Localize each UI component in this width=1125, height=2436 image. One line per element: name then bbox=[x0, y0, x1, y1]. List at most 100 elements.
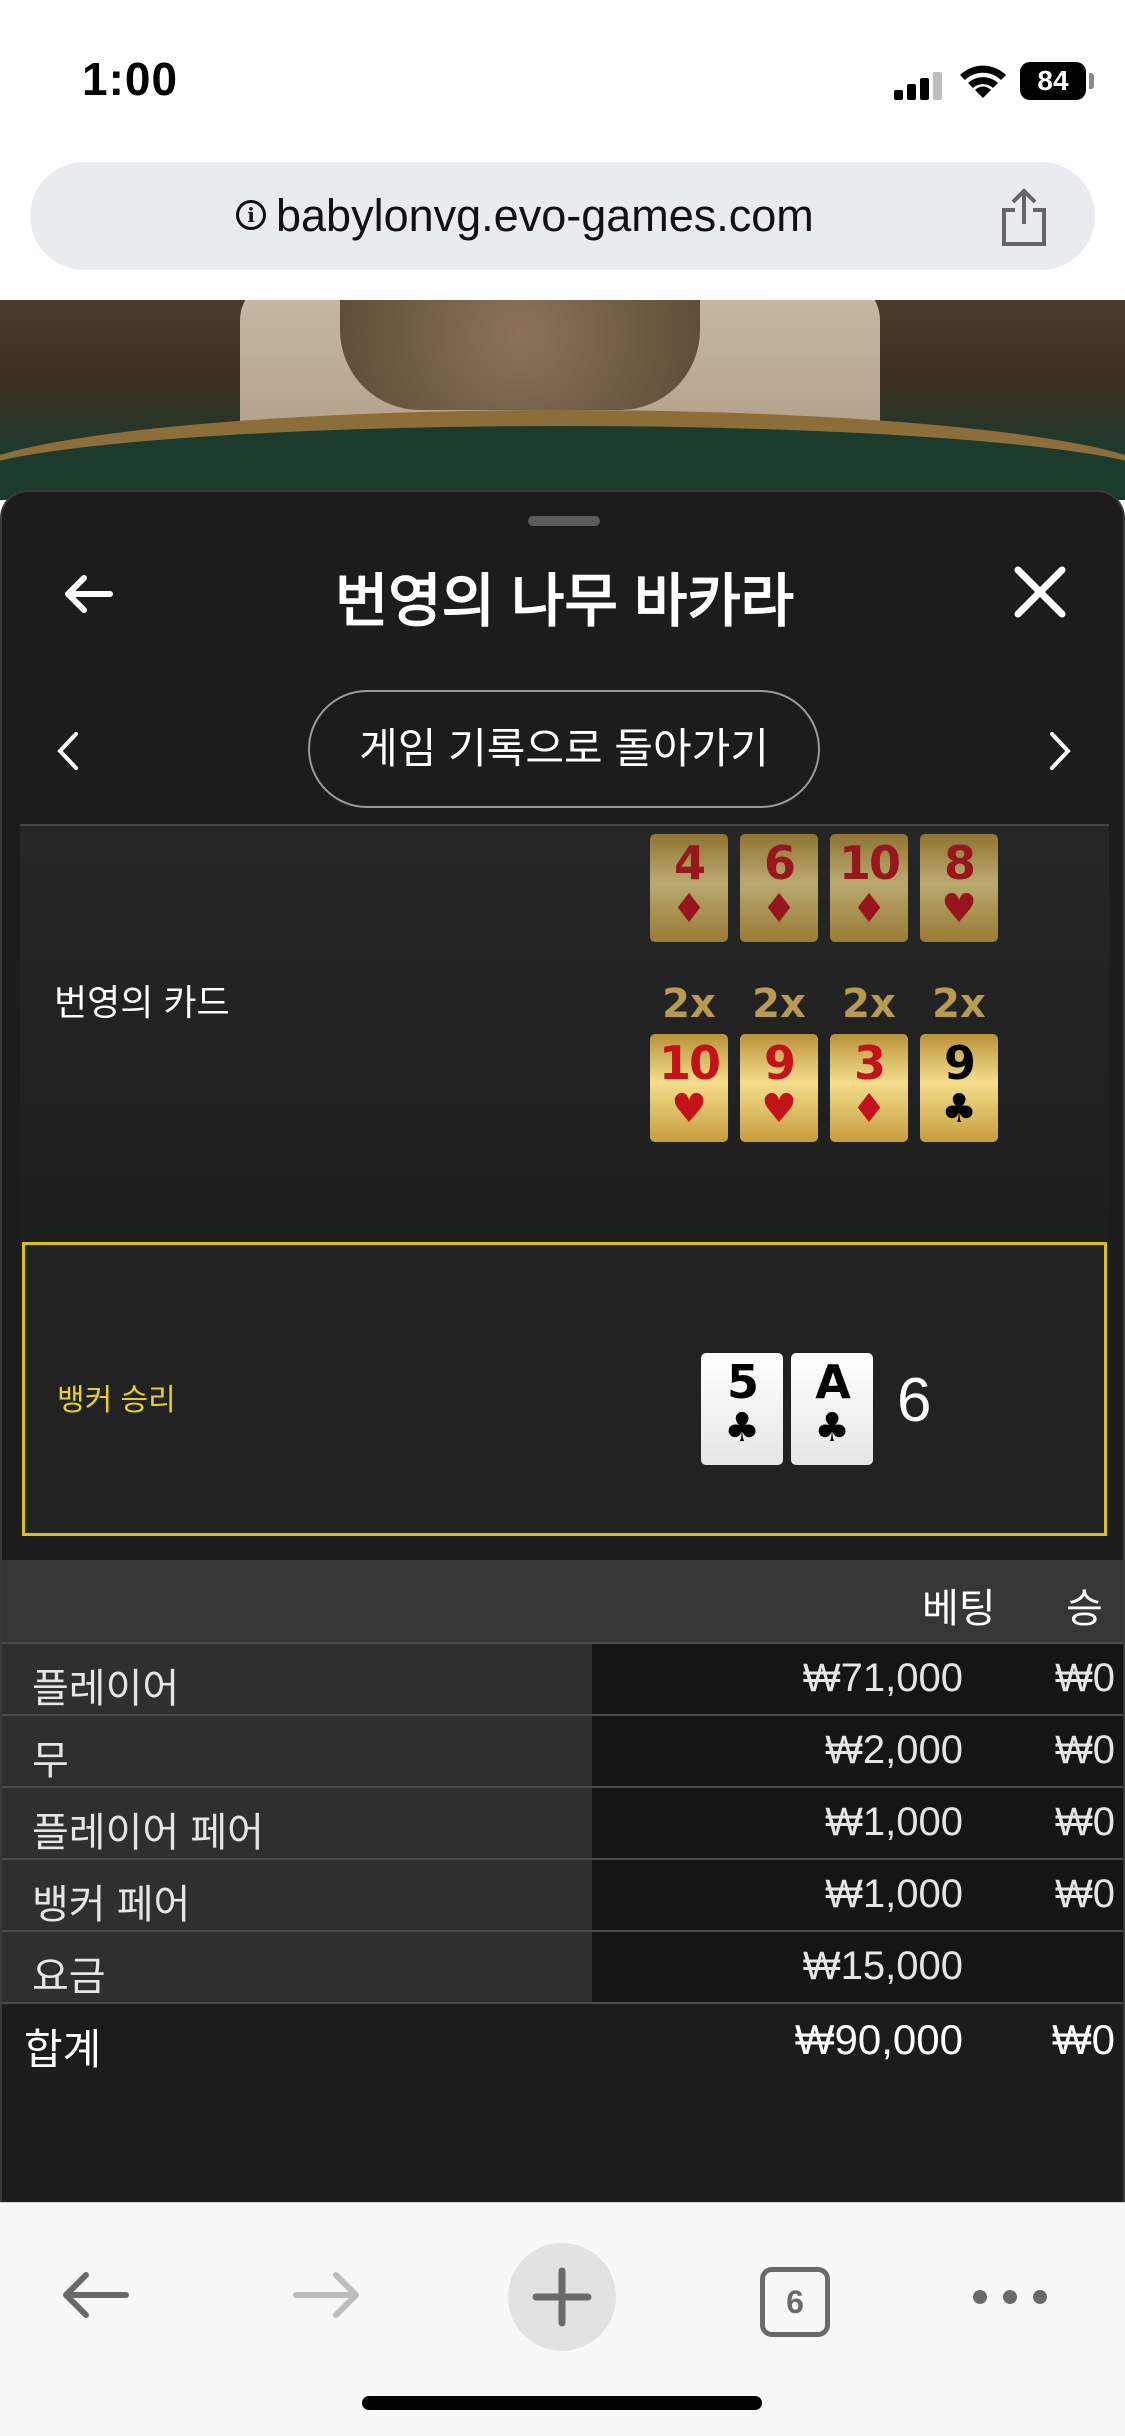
bet-amount: ₩1,000 bbox=[825, 1872, 963, 1916]
game-history-panel: 번영의 나무 바카라 게임 기록으로 돌아가기 번영의 카드 4 ♦ 6 ♦ 1… bbox=[0, 490, 1125, 2202]
bet-amount: ₩15,000 bbox=[802, 1944, 963, 1988]
fortune-card: 9 ♣ bbox=[920, 1034, 998, 1142]
bet-name: 요금 bbox=[32, 1955, 106, 1999]
return-to-history-button[interactable]: 게임 기록으로 돌아가기 bbox=[308, 690, 820, 808]
panel-title: 번영의 나무 바카라 bbox=[334, 569, 795, 634]
fortune-card: 3 ♦ bbox=[830, 1034, 908, 1142]
site-info-icon[interactable]: i bbox=[236, 200, 266, 230]
header-win: 승 bbox=[1066, 1587, 1103, 1631]
banker-result-box: 뱅커 승리 5 ♣ A ♣ 6 bbox=[22, 1242, 1107, 1536]
live-video-feed bbox=[0, 300, 1125, 500]
bet-value-cell: ₩2,000 ₩0 bbox=[592, 1716, 1123, 1786]
more-options-icon[interactable] bbox=[970, 2287, 1050, 2307]
previous-round-icon[interactable] bbox=[52, 728, 82, 774]
bet-name-cell: 플레이어 페어 bbox=[2, 1788, 592, 1858]
battery-tip bbox=[1089, 73, 1094, 89]
bet-value-cell: ₩1,000 ₩0 bbox=[592, 1788, 1123, 1858]
bet-amount: ₩2,000 bbox=[825, 1728, 963, 1772]
fortune-card: 6 ♦ bbox=[740, 834, 818, 942]
fortune-card: 10 ♦ bbox=[830, 834, 908, 942]
multiplier-badge: 2x bbox=[752, 981, 806, 1027]
fortune-cards-label: 번영의 카드 bbox=[54, 982, 230, 1023]
bet-win: ₩0 bbox=[1055, 1800, 1115, 1844]
banker-total: 6 bbox=[897, 1366, 932, 1435]
card-rank: 5 bbox=[726, 1355, 759, 1409]
new-tab-button[interactable] bbox=[508, 2243, 616, 2351]
bet-value-cell: ₩1,000 ₩0 bbox=[592, 1860, 1123, 1930]
close-icon[interactable] bbox=[1012, 564, 1068, 620]
multiplier-badge: 2x bbox=[662, 981, 716, 1027]
bet-amount: ₩71,000 bbox=[802, 1656, 963, 1700]
card-rank: 6 bbox=[763, 836, 796, 890]
heart-suit-icon: ♥ bbox=[941, 886, 977, 932]
url-bar[interactable]: i babylonvg.evo-games.com bbox=[30, 162, 1095, 270]
browser-back-icon[interactable] bbox=[60, 2267, 130, 2323]
card-rank: 10 bbox=[658, 1036, 721, 1090]
bet-win: ₩0 bbox=[1055, 1872, 1115, 1916]
plus-icon bbox=[532, 2267, 592, 2327]
diamond-suit-icon: ♦ bbox=[671, 886, 707, 932]
card-rank: 8 bbox=[943, 836, 976, 890]
total-amount: ₩90,000 bbox=[794, 2016, 963, 2063]
bet-win: ₩0 bbox=[1055, 1728, 1115, 1772]
total-win: ₩0 bbox=[1052, 2016, 1115, 2063]
tab-switcher-button[interactable]: 6 bbox=[760, 2267, 830, 2337]
banker-card: 5 ♣ bbox=[701, 1353, 783, 1465]
multiplier-badge: 2x bbox=[932, 981, 986, 1027]
bet-value-cell: ₩71,000 ₩0 bbox=[592, 1644, 1123, 1714]
fortune-card: 8 ♥ bbox=[920, 834, 998, 942]
multiplier-badge: 2x bbox=[842, 981, 896, 1027]
battery-icon: 84 bbox=[1020, 62, 1086, 100]
bet-name-cell: 뱅커 페어 bbox=[2, 1860, 592, 1930]
status-time: 1:00 bbox=[82, 53, 179, 105]
bet-name: 뱅커 페어 bbox=[32, 1883, 191, 1927]
table-rail bbox=[0, 410, 1125, 500]
heart-suit-icon: ♥ bbox=[761, 1086, 797, 1132]
wifi-icon bbox=[960, 65, 1006, 98]
bet-name: 무 bbox=[32, 1739, 69, 1783]
cellular-signal-icon bbox=[894, 72, 944, 100]
bet-name-cell: 요금 bbox=[2, 1932, 592, 2002]
table-row: 뱅커 페어 ₩1,000 ₩0 bbox=[2, 1858, 1123, 1930]
card-rank: 10 bbox=[838, 836, 901, 890]
banker-card: A ♣ bbox=[791, 1353, 873, 1465]
drag-handle[interactable] bbox=[528, 516, 600, 526]
header-bet: 베팅 bbox=[922, 1587, 996, 1631]
bets-table-header: 베팅 승 bbox=[2, 1560, 1123, 1642]
heart-suit-icon: ♥ bbox=[671, 1086, 707, 1132]
status-bar: 1:00 84 bbox=[0, 0, 1125, 150]
diamond-suit-icon: ♦ bbox=[851, 886, 887, 932]
next-round-icon[interactable] bbox=[1046, 728, 1076, 774]
card-rank: 4 bbox=[673, 836, 706, 890]
table-row: 플레이어 ₩71,000 ₩0 bbox=[2, 1642, 1123, 1714]
card-rank: 9 bbox=[943, 1036, 976, 1090]
diamond-suit-icon: ♦ bbox=[851, 1086, 887, 1132]
club-suit-icon: ♣ bbox=[724, 1405, 760, 1451]
table-row: 플레이어 페어 ₩1,000 ₩0 bbox=[2, 1786, 1123, 1858]
url-text[interactable]: babylonvg.evo-games.com bbox=[276, 190, 814, 242]
bet-name-cell: 무 bbox=[2, 1716, 592, 1786]
card-rank: 9 bbox=[763, 1036, 796, 1090]
bet-win: ₩0 bbox=[1055, 1656, 1115, 1700]
dealer-vest bbox=[340, 300, 700, 410]
diamond-suit-icon: ♦ bbox=[761, 886, 797, 932]
browser-forward-icon[interactable] bbox=[292, 2267, 362, 2323]
club-suit-icon: ♣ bbox=[814, 1405, 850, 1451]
card-rank: 3 bbox=[853, 1036, 886, 1090]
banker-win-label: 뱅커 승리 bbox=[57, 1384, 176, 1417]
card-rank: A bbox=[815, 1355, 851, 1409]
share-icon[interactable] bbox=[996, 188, 1052, 248]
bet-amount: ₩1,000 bbox=[825, 1800, 963, 1844]
bet-name: 플레이어 bbox=[32, 1667, 180, 1711]
bet-name-cell: 플레이어 bbox=[2, 1644, 592, 1714]
fortune-card: 9 ♥ bbox=[740, 1034, 818, 1142]
fortune-card: 10 ♥ bbox=[650, 1034, 728, 1142]
total-label: 합계 bbox=[24, 2026, 102, 2073]
bet-name: 플레이어 페어 bbox=[32, 1811, 264, 1855]
club-suit-icon: ♣ bbox=[941, 1086, 977, 1132]
home-indicator bbox=[362, 2396, 762, 2410]
fortune-cards-section: 번영의 카드 4 ♦ 6 ♦ 10 ♦ 8 ♥ 2x 2x 2x 2x 10 ♥… bbox=[20, 826, 1109, 1246]
table-row: 요금 ₩15,000 bbox=[2, 1930, 1123, 2002]
fortune-card: 4 ♦ bbox=[650, 834, 728, 942]
table-row: 무 ₩2,000 ₩0 bbox=[2, 1714, 1123, 1786]
